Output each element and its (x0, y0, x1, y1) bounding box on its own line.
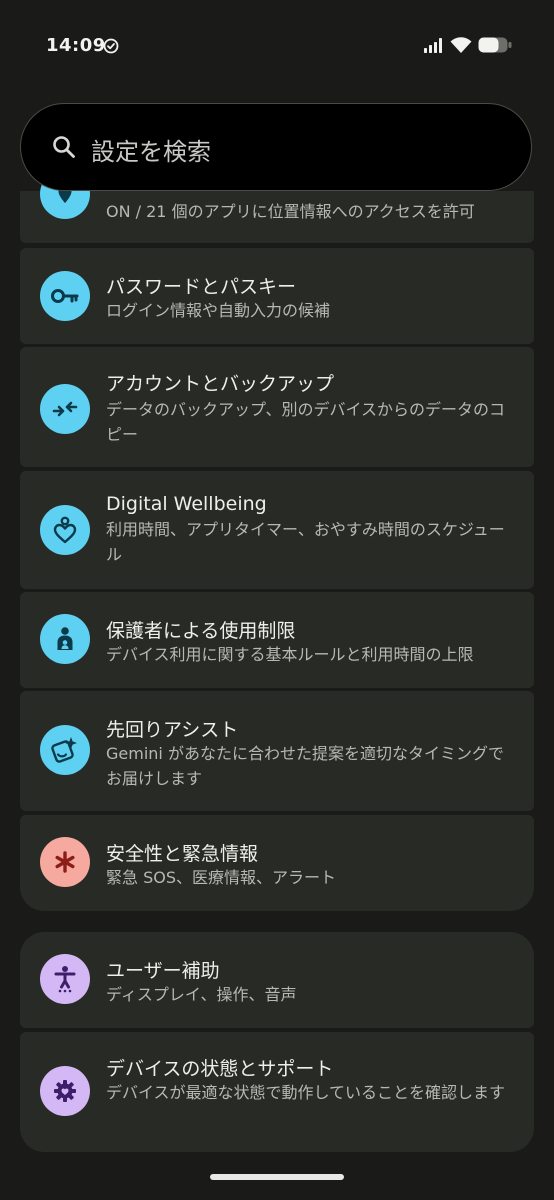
settings-item-safety-emergency[interactable]: 安全性と緊急情報 緊急 SOS、医療情報、アラート (20, 815, 534, 911)
search-placeholder: 設定を検索 (91, 138, 211, 166)
home-indicator[interactable] (210, 1174, 344, 1180)
settings-item-title: Digital Wellbeing (106, 493, 267, 515)
settings-item-subtitle: デバイスが最適な状態で動作していることを確認します (106, 1083, 506, 1102)
settings-item-accessibility[interactable]: ユーザー補助 ディスプレイ、操作、音声 (20, 932, 534, 1028)
signal-icon (424, 37, 444, 57)
settings-item-subtitle: ディスプレイ、操作、音声 (106, 985, 297, 1004)
sparkle-assist-icon (40, 725, 90, 775)
search-bar[interactable]: 設定を検索 (20, 103, 532, 191)
settings-item-title: 安全性と緊急情報 (106, 843, 259, 865)
wifi-icon (450, 37, 472, 57)
settings-item-proactive-assist[interactable]: 先回りアシスト Gemini があなたに合わせた提案を適切なタイミングでお届けし… (20, 691, 534, 811)
settings-item-title: 先回りアシスト (106, 719, 239, 741)
settings-item-subtitle: 緊急 SOS、医療情報、アラート (106, 868, 336, 887)
settings-item-digital-wellbeing[interactable]: Digital Wellbeing 利用時間、アプリタイマー、おやすみ時間のスケ… (20, 471, 534, 589)
settings-item-title: アカウントとバックアップ (106, 373, 335, 395)
device-care-gear-icon (40, 1066, 90, 1116)
settings-item-subtitle: デバイス利用に関する基本ルールと利用時間の上限 (106, 645, 474, 664)
settings-item-subtitle: データのバックアップ、別のデバイスからのデータのコピー (106, 400, 506, 444)
settings-item-passwords[interactable]: パスワードとパスキー ログイン情報や自動入力の候補 (20, 248, 534, 344)
settings-item-subtitle: ON / 21 個のアプリに位置情報へのアクセスを許可 (106, 202, 475, 221)
key-icon (40, 271, 90, 321)
asterisk-emergency-icon (40, 837, 90, 887)
settings-item-accounts-backup[interactable]: アカウントとバックアップ データのバックアップ、別のデバイスからのデータのコピー (20, 347, 534, 467)
settings-item-device-care[interactable]: デバイスの状態とサポート デバイスが最適な状態で動作していることを確認します (20, 1032, 534, 1152)
settings-item-parental-controls[interactable]: 保護者による使用制限 デバイス利用に関する基本ルールと利用時間の上限 (20, 592, 534, 688)
status-bar: 14:09 (0, 0, 554, 92)
status-icons (424, 37, 512, 57)
accessibility-icon (40, 954, 90, 1004)
check-circle-icon (103, 38, 119, 54)
settings-item-subtitle: 利用時間、アプリタイマー、おやすみ時間のスケジュール (106, 520, 505, 564)
settings-item-title: デバイスの状態とサポート (106, 1058, 334, 1080)
settings-item-title: パスワードとパスキー (106, 276, 297, 298)
battery-icon (478, 37, 512, 57)
settings-item-subtitle: Gemini があなたに合わせた提案を適切なタイミングでお届けします (106, 744, 504, 788)
backup-arrows-icon (40, 384, 90, 434)
settings-item-title: 保護者による使用制限 (106, 620, 296, 642)
search-icon (51, 134, 77, 160)
wellbeing-heart-icon (40, 505, 90, 555)
settings-item-location[interactable]: ON / 21 個のアプリに位置情報へのアクセスを許可 (20, 169, 534, 243)
settings-item-subtitle: ログイン情報や自動入力の候補 (106, 301, 331, 320)
parental-controls-icon (40, 614, 90, 664)
status-time: 14:09 (46, 35, 106, 56)
settings-item-title: ユーザー補助 (106, 960, 220, 982)
